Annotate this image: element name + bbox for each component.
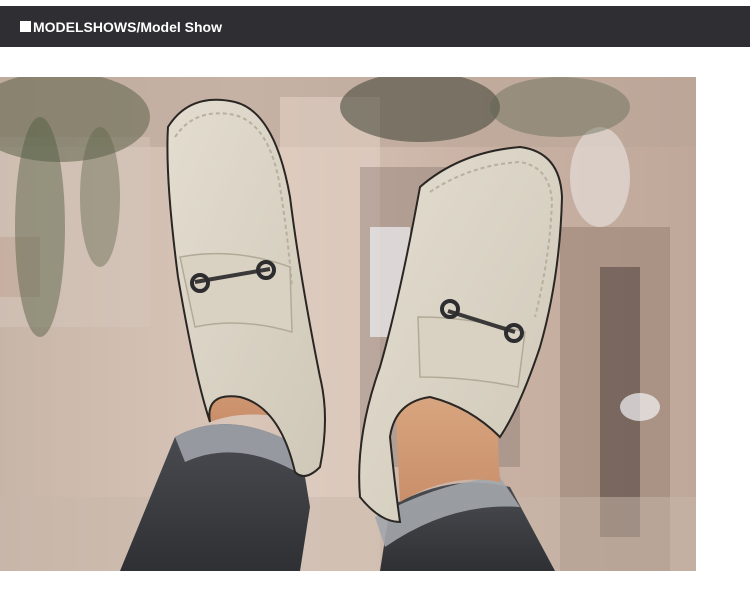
- square-bullet-icon: [20, 21, 31, 32]
- section-title: MODELSHOWS/Model Show: [33, 18, 222, 35]
- section-header: MODELSHOWS/Model Show: [0, 6, 750, 47]
- model-show-photo: [0, 77, 696, 571]
